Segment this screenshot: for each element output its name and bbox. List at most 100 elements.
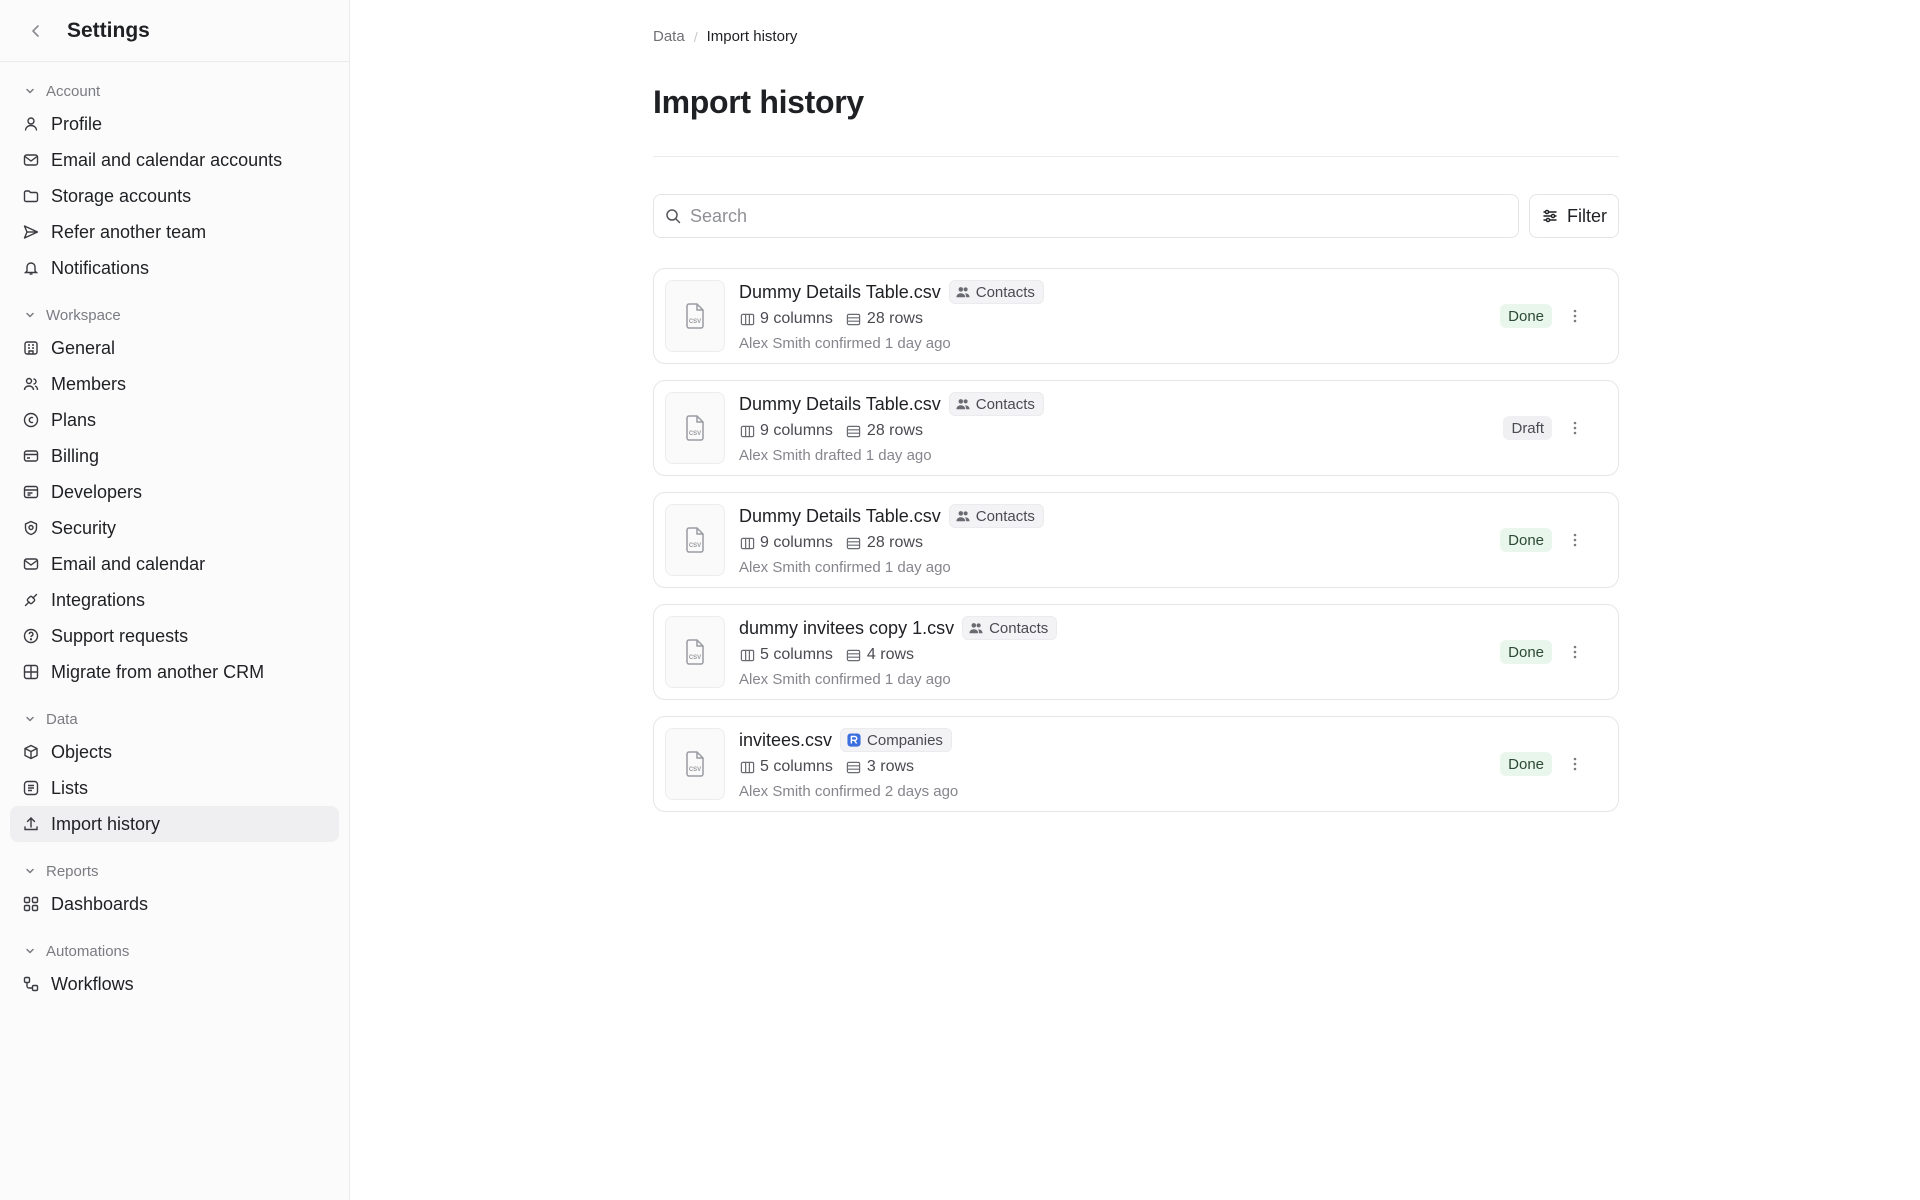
search-icon xyxy=(664,207,682,225)
import-row[interactable]: CSV Dummy Details Table.csv Contacts 9 colu… xyxy=(653,380,1619,476)
file-name: Dummy Details Table.csv xyxy=(739,505,941,526)
cube-icon xyxy=(22,743,40,761)
rows-text: 28 rows xyxy=(866,534,923,551)
section-label: Data xyxy=(46,710,78,728)
sidebar-item-label: Profile xyxy=(51,113,103,134)
more-options-icon[interactable] xyxy=(1564,529,1586,551)
object-tag: Contacts xyxy=(948,392,1044,416)
contacts-icon xyxy=(955,284,971,300)
columns-text: 9 columns xyxy=(760,310,833,327)
object-label: Contacts xyxy=(975,507,1035,525)
csv-file-icon: CSV xyxy=(665,280,725,352)
svg-text:CSV: CSV xyxy=(689,767,701,773)
sidebar-item-label: Developers xyxy=(51,481,143,502)
contacts-icon xyxy=(955,396,971,412)
object-tag: Contacts xyxy=(962,616,1058,640)
filter-label: Filter xyxy=(1567,205,1607,226)
rows-text: 28 rows xyxy=(866,422,923,439)
more-options-icon[interactable] xyxy=(1564,753,1586,775)
sidebar-item-refer-another-team[interactable]: Refer another team xyxy=(10,214,339,250)
sidebar-item-import-history[interactable]: Import history xyxy=(10,806,339,842)
workflow-icon xyxy=(22,975,40,993)
svg-text:CSV: CSV xyxy=(689,431,701,437)
section-header-workspace[interactable]: Workspace xyxy=(0,300,349,330)
contacts-icon xyxy=(955,508,971,524)
object-label: Companies xyxy=(867,731,943,749)
sidebar-item-general[interactable]: General xyxy=(10,330,339,366)
import-author: Alex Smith drafted 1 day ago xyxy=(739,446,932,464)
rows-icon xyxy=(846,311,862,327)
sidebar-item-billing[interactable]: Billing xyxy=(10,438,339,474)
sidebar-item-developers[interactable]: Developers xyxy=(10,474,339,510)
sidebar-item-security[interactable]: Security xyxy=(10,510,339,546)
sidebar-item-label: Refer another team xyxy=(51,221,207,242)
section-header-automations[interactable]: Automations xyxy=(0,936,349,966)
rows-count: 28 rows xyxy=(846,534,923,552)
more-options-icon[interactable] xyxy=(1564,305,1586,327)
import-meta: 9 columns 28 rows xyxy=(739,420,936,442)
more-options-icon[interactable] xyxy=(1564,417,1586,439)
coin-icon xyxy=(22,411,40,429)
svg-text:CSV: CSV xyxy=(689,543,701,549)
sidebar-item-label: Workflows xyxy=(51,973,134,994)
sidebar-item-storage-accounts[interactable]: Storage accounts xyxy=(10,178,339,214)
section-label: Account xyxy=(46,82,101,100)
svg-text:CSV: CSV xyxy=(689,655,701,661)
back-chevron-icon[interactable] xyxy=(24,19,48,43)
sidebar-item-label: Security xyxy=(51,517,117,538)
companies-icon xyxy=(846,732,862,748)
columns-text: 5 columns xyxy=(760,758,833,775)
file-name: Dummy Details Table.csv xyxy=(739,393,941,414)
import-author: Alex Smith confirmed 1 day ago xyxy=(739,670,951,688)
sidebar-item-lists[interactable]: Lists xyxy=(10,770,339,806)
import-row[interactable]: CSV Dummy Details Table.csv Contacts 9 colu… xyxy=(653,268,1619,364)
filter-button[interactable]: Filter xyxy=(1529,194,1619,238)
sidebar-item-label: Integrations xyxy=(51,589,146,610)
sidebar-item-notifications[interactable]: Notifications xyxy=(10,250,339,286)
section-label: Automations xyxy=(46,942,130,960)
search-box[interactable] xyxy=(653,194,1519,238)
object-tag: Contacts xyxy=(948,504,1044,528)
import-title-row: dummy invitees copy 1.csv Contacts xyxy=(739,615,1058,641)
section-header-data[interactable]: Data xyxy=(0,704,349,734)
sidebar-nav: Account Profile Email and calendar account… xyxy=(0,62,349,1002)
import-title-row: invitees.csv Companies xyxy=(739,727,952,753)
columns-icon xyxy=(739,759,755,775)
chevron-down-icon xyxy=(22,307,38,323)
sidebar-item-profile[interactable]: Profile xyxy=(10,106,339,142)
sidebar-item-plans[interactable]: Plans xyxy=(10,402,339,438)
import-list: CSV Dummy Details Table.csv Contacts 9 colu… xyxy=(653,268,1619,828)
chevron-down-icon xyxy=(22,943,38,959)
sidebar-item-workflows[interactable]: Workflows xyxy=(10,966,339,1002)
import-row[interactable]: CSV Dummy Details Table.csv Contacts 9 colu… xyxy=(653,492,1619,588)
sidebar-item-members[interactable]: Members xyxy=(10,366,339,402)
shield-icon xyxy=(22,519,40,537)
sidebar-item-support-requests[interactable]: Support requests xyxy=(10,618,339,654)
import-title-row: Dummy Details Table.csv Contacts xyxy=(739,279,1044,305)
sidebar-item-label: Email and calendar xyxy=(51,553,206,574)
sidebar-item-email-and-calendar[interactable]: Email and calendar xyxy=(10,546,339,582)
sidebar-item-objects[interactable]: Objects xyxy=(10,734,339,770)
sidebar-item-label: Billing xyxy=(51,445,100,466)
object-label: Contacts xyxy=(975,283,1035,301)
csv-file-icon: CSV xyxy=(665,392,725,464)
title-divider xyxy=(653,156,1619,157)
object-tag: Contacts xyxy=(948,280,1044,304)
lists-icon xyxy=(22,779,40,797)
plug-icon xyxy=(22,591,40,609)
import-row[interactable]: CSV invitees.csv Companies 5 columns 3 rows A… xyxy=(653,716,1619,812)
sidebar-item-integrations[interactable]: Integrations xyxy=(10,582,339,618)
sidebar-item-migrate-from-another-crm[interactable]: Migrate from another CRM xyxy=(10,654,339,690)
status-badge: Done xyxy=(1500,528,1552,552)
import-row[interactable]: CSV dummy invitees copy 1.csv Contacts 5 co… xyxy=(653,604,1619,700)
sidebar-item-dashboards[interactable]: Dashboards xyxy=(10,886,339,922)
more-options-icon[interactable] xyxy=(1564,641,1586,663)
breadcrumb-data-link[interactable]: Data xyxy=(653,28,685,45)
rows-icon xyxy=(846,759,862,775)
rows-icon xyxy=(846,423,862,439)
sidebar-item-email-and-calendar-accounts[interactable]: Email and calendar accounts xyxy=(10,142,339,178)
user-icon xyxy=(22,115,40,133)
section-header-account[interactable]: Account xyxy=(0,76,349,106)
section-header-reports[interactable]: Reports xyxy=(0,856,349,886)
search-input[interactable] xyxy=(690,205,1490,227)
